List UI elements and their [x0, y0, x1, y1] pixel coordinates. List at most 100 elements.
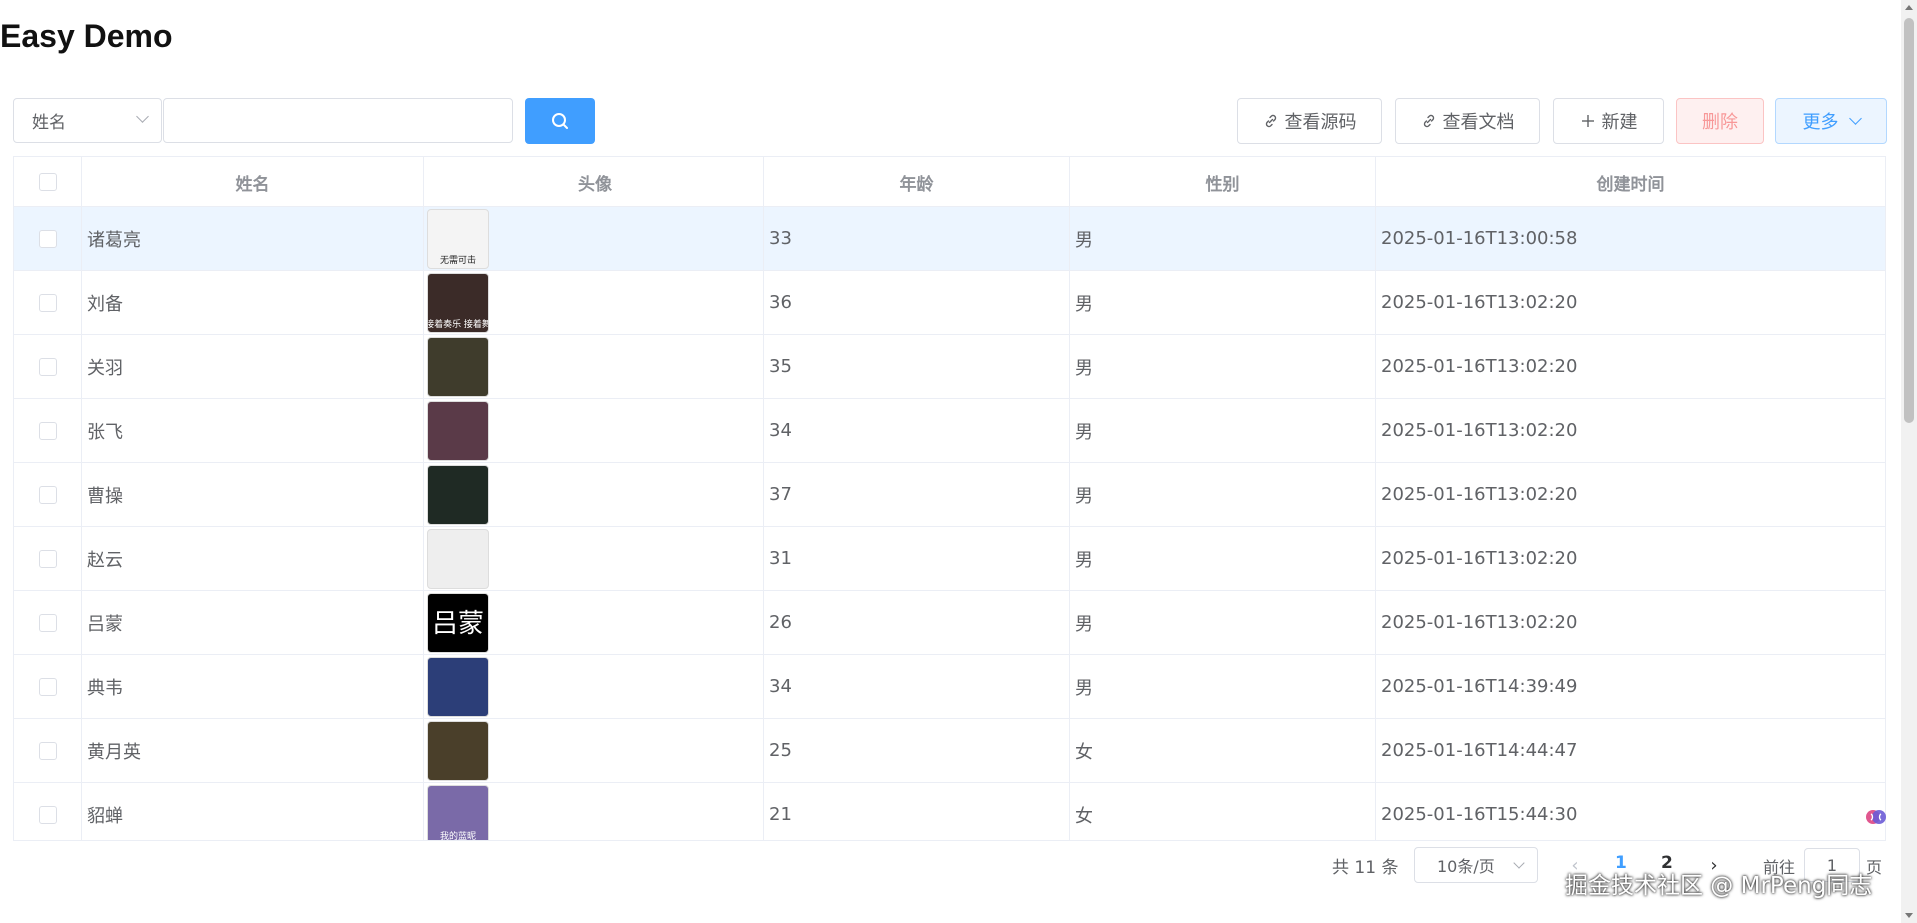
- cell-age: 21: [764, 783, 1070, 840]
- column-header-gender[interactable]: 性别: [1070, 157, 1376, 207]
- search-button[interactable]: [525, 98, 595, 144]
- table-row[interactable]: 诸葛亮 无需可击 33 男 2025-01-16T13:00:58: [14, 207, 1885, 271]
- table-row[interactable]: 曹操 37 男 2025-01-16T13:02:20: [14, 463, 1885, 527]
- table-row[interactable]: 关羽 35 男 2025-01-16T13:02:20: [14, 335, 1885, 399]
- search-field-label: 姓名: [32, 113, 66, 133]
- row-checkbox[interactable]: [38, 677, 57, 696]
- view-docs-label: 查看文档: [1442, 112, 1515, 133]
- page-size-select[interactable]: 10条/页: [1414, 847, 1538, 883]
- pagination-total: 共 11 条: [1332, 858, 1399, 878]
- row-checkbox[interactable]: [38, 229, 57, 248]
- search-field-select[interactable]: 姓名: [13, 98, 162, 143]
- cell-gender: 男: [1070, 655, 1376, 718]
- cell-age: 31: [764, 527, 1070, 590]
- table-row[interactable]: 吕蒙 吕蒙 26 男 2025-01-16T13:02:20: [14, 591, 1885, 655]
- avatar[interactable]: [427, 720, 489, 781]
- row-checkbox[interactable]: [38, 485, 57, 504]
- table-row[interactable]: 刘备 接着奏乐 接着舞 36 男 2025-01-16T13:02:20: [14, 271, 1885, 335]
- new-label: 新建: [1601, 112, 1638, 133]
- page-size-label: 10条/页: [1437, 857, 1495, 876]
- avatar-caption: 吕蒙: [431, 609, 484, 639]
- new-button[interactable]: 新建: [1553, 98, 1664, 144]
- cell-age: 35: [764, 335, 1070, 398]
- avatar[interactable]: [427, 464, 489, 525]
- watermark: 掘金技术社区 @ MrPeng同志: [1565, 873, 1873, 899]
- table-row[interactable]: 貂蝉我的蓝昵 21 女 2025-01-16T15:44:30: [14, 783, 1885, 841]
- column-header-name[interactable]: 姓名: [82, 157, 424, 207]
- cell-age: 37: [764, 463, 1070, 526]
- avatar[interactable]: [427, 656, 489, 717]
- cell-gender: 男: [1070, 271, 1376, 334]
- search-input[interactable]: [163, 98, 513, 143]
- column-header-age[interactable]: 年龄: [764, 157, 1070, 207]
- row-checkbox[interactable]: [38, 741, 57, 760]
- vertical-scrollbar[interactable]: [1901, 0, 1917, 923]
- row-checkbox[interactable]: [38, 549, 57, 568]
- delete-button[interactable]: 删除: [1676, 98, 1764, 144]
- view-source-label: 查看源码: [1284, 112, 1357, 133]
- scroll-down-icon[interactable]: [1905, 913, 1913, 918]
- table-row[interactable]: 黄月英 25 女 2025-01-16T14:44:47: [14, 719, 1885, 783]
- cell-name: 典韦: [82, 655, 424, 718]
- cell-name: 张飞: [82, 399, 424, 462]
- row-checkbox[interactable]: [38, 293, 57, 312]
- row-checkbox[interactable]: [38, 613, 57, 632]
- column-header-avatar[interactable]: 头像: [424, 157, 764, 207]
- column-header-created[interactable]: 创建时间: [1376, 157, 1885, 207]
- plus-icon: [1581, 115, 1594, 127]
- table-header: 姓名 头像 年龄 性别 创建时间: [14, 157, 1885, 207]
- cell-name: 诸葛亮: [82, 207, 424, 270]
- ai-assistant-icon[interactable]: [1861, 802, 1891, 832]
- avatar[interactable]: [427, 336, 489, 397]
- select-all-checkbox[interactable]: [38, 173, 57, 191]
- cell-name: 曹操: [82, 463, 424, 526]
- row-checkbox[interactable]: [38, 357, 57, 376]
- view-docs-button[interactable]: 查看文档: [1395, 98, 1540, 144]
- avatar[interactable]: 我的蓝昵: [427, 784, 489, 841]
- cell-name: 关羽: [82, 335, 424, 398]
- avatar[interactable]: [427, 400, 489, 461]
- chevron-down-icon: [136, 110, 149, 123]
- cell-gender: 女: [1070, 719, 1376, 782]
- row-checkbox[interactable]: [38, 805, 57, 824]
- cell-age: 36: [764, 271, 1070, 334]
- avatar[interactable]: 吕蒙: [427, 592, 489, 653]
- cell-gender: 男: [1070, 399, 1376, 462]
- cell-created: 2025-01-16T13:02:20: [1381, 548, 1578, 569]
- table-row[interactable]: 赵云 31 男 2025-01-16T13:02:20: [14, 527, 1885, 591]
- chevron-down-icon: [1513, 857, 1525, 869]
- cell-name: 貂蝉: [82, 783, 424, 840]
- scrollbar-thumb[interactable]: [1904, 18, 1914, 423]
- more-dropdown-button[interactable]: 更多: [1775, 98, 1887, 144]
- cell-gender: 男: [1070, 591, 1376, 654]
- link-icon: [1423, 114, 1434, 128]
- view-source-button[interactable]: 查看源码: [1237, 98, 1382, 144]
- page-title: Easy Demo: [0, 18, 173, 54]
- table-row[interactable]: 典韦 34 男 2025-01-16T14:39:49: [14, 655, 1885, 719]
- table-row[interactable]: 张飞 34 男 2025-01-16T13:02:20: [14, 399, 1885, 463]
- cell-created: 2025-01-16T13:02:20: [1381, 292, 1578, 313]
- cell-created: 2025-01-16T13:02:20: [1381, 484, 1578, 505]
- avatar[interactable]: 无需可击: [427, 208, 489, 269]
- cell-created: 2025-01-16T14:44:47: [1381, 740, 1578, 761]
- row-select-cell: [14, 719, 82, 782]
- cell-avatar: [424, 335, 764, 398]
- scroll-up-icon[interactable]: [1905, 5, 1913, 10]
- cell-gender: 女: [1070, 783, 1376, 840]
- cell-age: 34: [764, 655, 1070, 718]
- row-select-cell: [14, 783, 82, 840]
- avatar-caption: 无需可击: [439, 255, 476, 266]
- row-checkbox[interactable]: [38, 421, 57, 440]
- chevron-down-icon: [1848, 112, 1862, 125]
- avatar[interactable]: [427, 528, 489, 589]
- avatar-caption: 接着奏乐 接着舞: [427, 319, 489, 330]
- row-select-cell: [14, 335, 82, 398]
- cell-age: 26: [764, 591, 1070, 654]
- cell-created: 2025-01-16T15:44:30: [1381, 804, 1578, 825]
- select-all-cell: [14, 157, 82, 207]
- avatar-caption: 我的蓝昵: [439, 831, 476, 841]
- cell-gender: 男: [1070, 335, 1376, 398]
- avatar[interactable]: 接着奏乐 接着舞: [427, 272, 489, 333]
- cell-gender: 男: [1070, 463, 1376, 526]
- cell-created: 2025-01-16T14:39:49: [1381, 676, 1578, 697]
